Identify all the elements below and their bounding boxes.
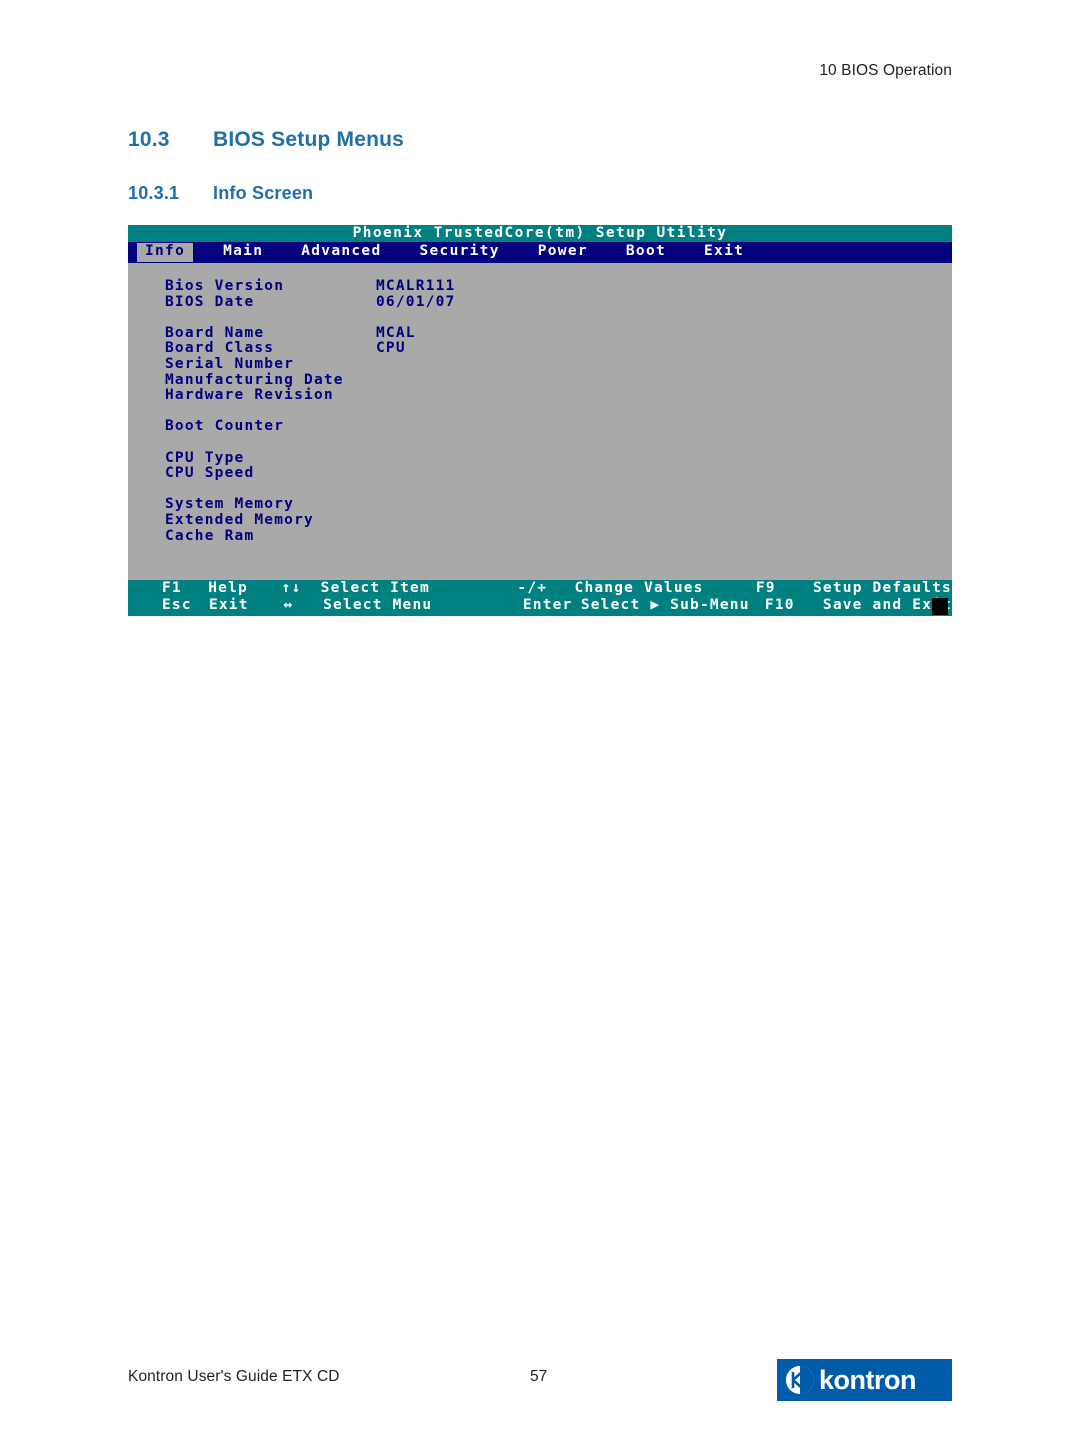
help-action-help: Help — [208, 580, 248, 596]
kontron-mark-icon — [785, 1365, 815, 1395]
help-desc-select-item: Select Item — [320, 580, 430, 596]
page-header: 10 BIOS Operation — [819, 62, 952, 79]
bios-info-panel: Bios Version MCALR111 BIOS Date 06/01/07… — [128, 263, 952, 578]
tab-exit[interactable]: Exit — [696, 243, 752, 262]
info-label: Extended Memory — [165, 511, 314, 528]
info-label: Board Name — [165, 324, 265, 341]
section-number: 10.3 — [128, 128, 170, 151]
info-row-system-memory: System Memory — [128, 497, 952, 513]
info-row-board-name: Board Name MCAL — [128, 324, 952, 342]
help-desc-setup-defaults: Setup Defaults — [812, 580, 952, 596]
bios-title-bar: Phoenix TrustedCore(tm) Setup Utility — [128, 225, 952, 242]
info-label: Board Class — [165, 340, 275, 357]
tab-advanced[interactable]: Advanced — [293, 243, 389, 262]
info-value: MCAL — [376, 324, 416, 341]
footer-page-number: 57 — [530, 1368, 548, 1385]
info-value: 06/01/07 — [376, 293, 456, 310]
footer-guide-title: Kontron User's Guide ETX CD — [128, 1368, 340, 1385]
info-label: Bios Version — [165, 278, 285, 294]
info-label: Hardware Revision — [165, 387, 334, 404]
help-key-minus-plus: -/+ — [517, 580, 548, 596]
info-label: Manufacturing Date — [165, 371, 344, 388]
tab-security[interactable]: Security — [412, 243, 508, 262]
info-row-manufacturing-date: Manufacturing Date — [128, 371, 952, 389]
row-spacer — [128, 482, 952, 498]
info-label: CPU Type — [165, 449, 245, 466]
row-spacer — [128, 310, 952, 326]
info-row-extended-memory: Extended Memory — [128, 511, 952, 529]
help-key-f10: F10 — [764, 597, 795, 613]
info-row-board-class: Board Class CPU — [128, 341, 952, 357]
info-row-serial-number: Serial Number — [128, 355, 952, 373]
subsection-number: 10.3.1 — [128, 183, 180, 203]
info-label: Cache Ram — [165, 527, 255, 544]
help-action-exit: Exit — [208, 597, 249, 613]
bios-menu-bar: Info Main Advanced Security Power Boot E… — [128, 242, 952, 263]
tab-main[interactable]: Main — [215, 243, 271, 262]
kontron-logo: kontron — [777, 1359, 952, 1401]
info-label: Boot Counter — [165, 418, 285, 435]
bios-help-bar: F1 Help ↑↓ Select Item -/+ Change Values… — [128, 580, 952, 616]
tab-power[interactable]: Power — [530, 243, 596, 262]
help-key-f9: F9 — [755, 580, 776, 596]
row-spacer — [128, 404, 952, 420]
bios-setup-screenshot: Phoenix TrustedCore(tm) Setup Utility In… — [128, 225, 952, 616]
info-row-bios-date: BIOS Date 06/01/07 — [128, 293, 952, 311]
info-row-cpu-speed: CPU Speed — [128, 466, 952, 482]
tab-boot[interactable]: Boot — [618, 243, 674, 262]
info-row-cache-ram: Cache Ram — [128, 527, 952, 545]
info-value: MCALR111 — [376, 278, 456, 294]
info-row-cpu-type: CPU Type — [128, 449, 952, 467]
info-label: System Memory — [165, 496, 295, 513]
bios-help-line-2: Esc Exit ↔ Select Menu Enter Select ▶ Su… — [128, 597, 952, 614]
info-value: CPU — [376, 340, 406, 357]
section-heading-10-3-1: 10.3.1 Info Screen — [128, 183, 313, 204]
leftright-arrows-icon: ↔ — [283, 597, 294, 613]
section-title: BIOS Setup Menus — [213, 128, 405, 151]
info-row-hardware-revision: Hardware Revision — [128, 388, 952, 404]
help-desc-select-submenu: Select ▶ Sub-Menu — [580, 597, 750, 613]
bios-help-line-1: F1 Help ↑↓ Select Item -/+ Change Values… — [128, 580, 952, 597]
info-label: CPU Speed — [165, 465, 255, 482]
bios-left-rail — [128, 263, 137, 578]
subsection-title: Info Screen — [213, 183, 314, 203]
info-row-boot-counter: Boot Counter — [128, 419, 952, 435]
updown-arrows-icon: ↑↓ — [281, 580, 302, 596]
section-heading-10-3: 10.3 BIOS Setup Menus — [128, 128, 404, 152]
info-label: BIOS Date — [165, 293, 255, 310]
info-label: Serial Number — [165, 355, 295, 372]
tab-info[interactable]: Info — [137, 243, 194, 262]
help-key-enter: Enter — [522, 597, 573, 613]
help-key-f1: F1 — [162, 580, 182, 596]
help-key-esc: Esc — [162, 597, 192, 613]
row-spacer — [128, 435, 952, 451]
kontron-wordmark: kontron — [819, 1364, 917, 1395]
cursor-block — [932, 598, 948, 615]
info-row-bios-version: Bios Version MCALR111 — [128, 278, 952, 295]
help-desc-change-values: Change Values — [574, 580, 704, 596]
help-desc-select-menu: Select Menu — [323, 597, 433, 613]
